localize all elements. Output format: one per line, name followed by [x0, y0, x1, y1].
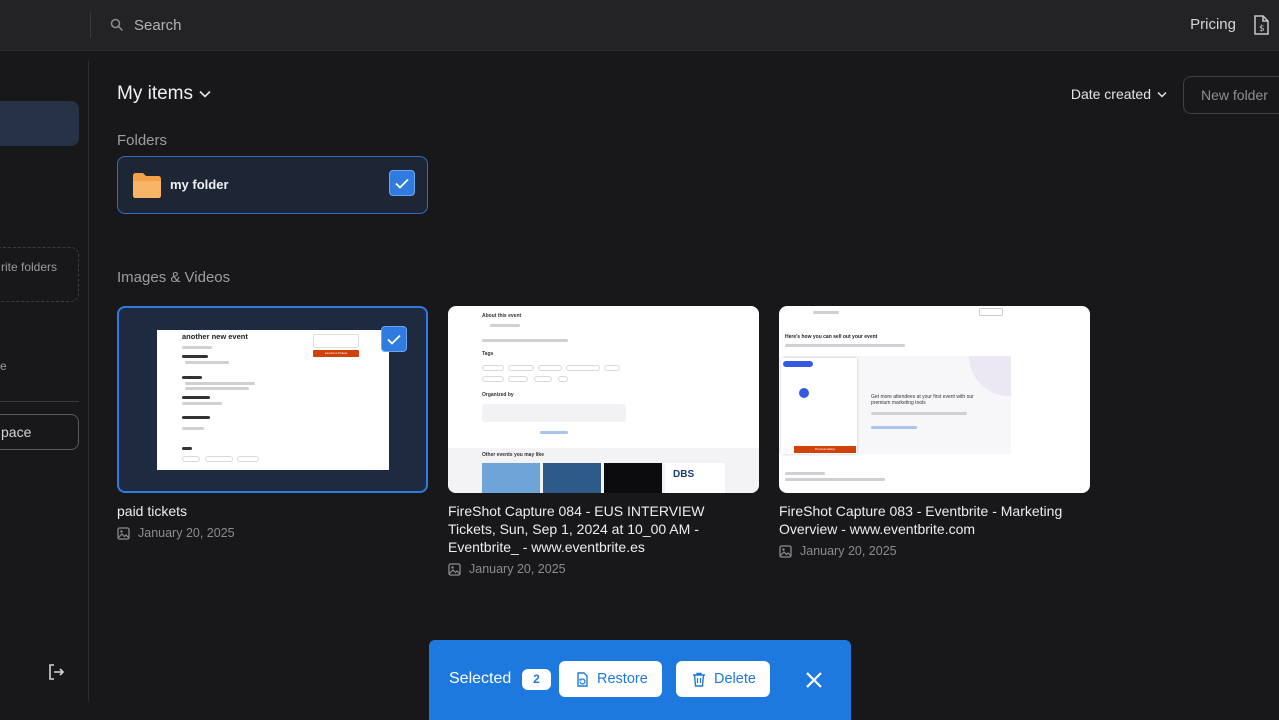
top-bar: Search Pricing $	[0, 0, 1279, 51]
thumbnail-heading: About this event	[482, 313, 522, 319]
folders-heading: Folders	[117, 132, 168, 149]
folder-checkbox[interactable]	[389, 170, 415, 196]
pricing-link[interactable]: Pricing	[1190, 16, 1236, 33]
page-title: My items	[117, 83, 193, 104]
checkmark-icon	[387, 334, 401, 345]
thumbnail-promo: Get more attendees at your first event w…	[871, 394, 974, 406]
media-thumbnail[interactable]: another new event Launch a Tickets	[117, 306, 428, 493]
restore-label: Restore	[597, 671, 648, 687]
sidebar-item-partial[interactable]: e	[0, 359, 7, 373]
folder-icon	[133, 173, 161, 198]
selection-bar: Selected 2 Restore Delete	[429, 640, 851, 720]
thumbnail-button: Launch a Tickets	[313, 350, 359, 357]
svg-text:$: $	[1259, 24, 1265, 34]
chevron-down-icon	[199, 90, 211, 98]
thumbnail-heading: another new event	[182, 332, 248, 341]
media-date: January 20, 2025	[779, 544, 1090, 558]
media-date: January 20, 2025	[117, 526, 428, 540]
search-placeholder: Search	[134, 16, 182, 34]
media-title[interactable]: FireShot Capture 084 - EUS INTERVIEW Tic…	[448, 502, 748, 556]
image-icon	[779, 544, 792, 558]
media-date-text: January 20, 2025	[800, 544, 897, 558]
sort-label: Date created	[1070, 86, 1151, 102]
sidebar-border	[88, 61, 89, 701]
trash-icon	[693, 672, 705, 687]
thumbnail-section: Tags	[482, 351, 494, 357]
favorite-folders-dropzone[interactable]: rite folders	[0, 247, 79, 302]
media-title[interactable]: paid tickets	[117, 502, 417, 520]
sidebar-divider	[0, 401, 79, 402]
restore-button[interactable]: Restore	[559, 661, 662, 697]
checkmark-icon	[395, 178, 409, 189]
media-thumbnail[interactable]: Here's how you can sell out your event P…	[779, 306, 1090, 493]
media-thumbnail[interactable]: About this event Tags Organized by Other…	[448, 306, 759, 493]
close-icon[interactable]	[802, 668, 826, 692]
selected-label: Selected	[449, 670, 512, 687]
search-input[interactable]: Search	[110, 14, 182, 36]
item-checkbox[interactable]	[381, 326, 407, 352]
thumbnail-heading: Here's how you can sell out your event	[785, 334, 878, 340]
thumbnail-logo: DBS	[665, 463, 725, 493]
thumbnail-button: Promote listing	[794, 446, 856, 453]
new-folder-button[interactable]: New folder	[1183, 76, 1279, 114]
image-icon	[117, 526, 130, 540]
space-button[interactable]: pace	[0, 414, 79, 450]
delete-label: Delete	[714, 671, 756, 687]
selected-count-badge: 2	[522, 669, 551, 690]
media-heading: Images & Videos	[117, 269, 231, 286]
thumbnail-page: another new event Launch a Tickets	[157, 330, 389, 470]
page-title-dropdown[interactable]: My items	[117, 83, 211, 105]
sidebar: rite folders e pace	[0, 51, 89, 720]
search-icon	[110, 18, 124, 32]
logout-icon[interactable]	[46, 662, 66, 682]
restore-icon	[577, 671, 588, 687]
delete-button[interactable]: Delete	[676, 661, 770, 697]
sort-dropdown[interactable]: Date created	[1071, 86, 1167, 102]
thumbnail-section: Organized by	[482, 392, 514, 398]
image-icon	[448, 562, 461, 576]
media-date: January 20, 2025	[448, 562, 759, 576]
thumbnail-footer-text: Other events you may like	[482, 452, 544, 458]
media-card[interactable]: Here's how you can sell out your event P…	[779, 306, 1090, 558]
file-dollar-icon[interactable]: $	[1251, 14, 1271, 36]
media-title[interactable]: FireShot Capture 083 - Eventbrite - Mark…	[779, 502, 1079, 538]
media-card[interactable]: another new event Launch a Tickets paid …	[117, 306, 428, 540]
media-card[interactable]: About this event Tags Organized by Other…	[448, 306, 759, 576]
media-date-text: January 20, 2025	[138, 526, 235, 540]
topbar-divider	[90, 12, 91, 38]
folder-name: my folder	[170, 177, 229, 192]
thumbnail-footer: Other events you may like DBS	[448, 448, 759, 493]
chevron-down-icon	[1157, 91, 1167, 98]
sidebar-item-active[interactable]	[0, 101, 79, 146]
media-date-text: January 20, 2025	[469, 562, 566, 576]
folder-card[interactable]: my folder	[117, 156, 428, 214]
main-content: My items Date created New folder Folders…	[117, 51, 1279, 720]
